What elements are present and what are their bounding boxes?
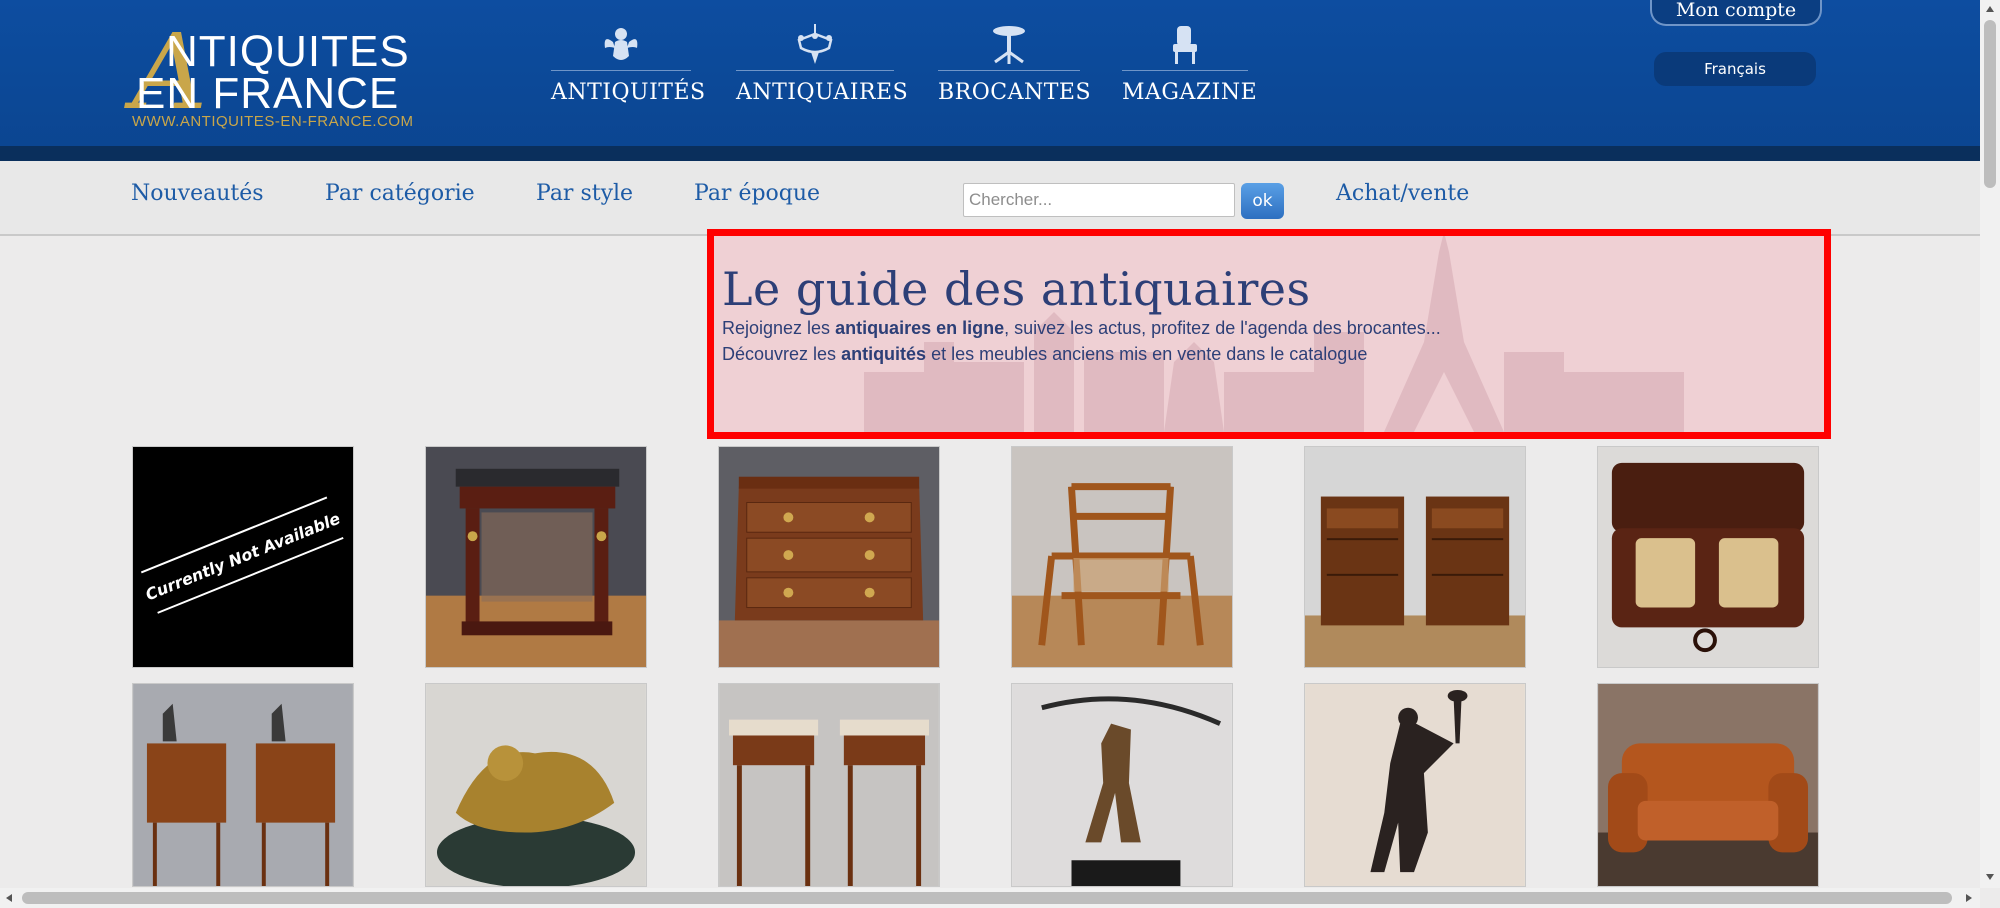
main-nav-antiquites[interactable]: ANTIQUITÉS [551,24,706,114]
product-thumb-bamboo-armchair[interactable] [1011,446,1233,668]
hero-text: Découvrez les [722,344,842,364]
bronze-cherubs-image [426,684,646,886]
archer-bronze-image [1012,684,1232,886]
search-input[interactable] [963,183,1235,217]
vertical-scroll-thumb[interactable] [1984,20,1996,188]
logo-url: WWW.ANTIQUITES-EN-FRANCE.COM [132,113,414,130]
subnav-nouveautes[interactable]: Nouveautés [131,181,264,206]
main-nav-label: ANTIQUITÉS [551,80,706,105]
nav-rule [736,70,894,71]
subnav-par-categorie[interactable]: Par catégorie [325,181,475,206]
main-nav-label: MAGAZINE [1122,80,1258,105]
pair-nightstands-image [1305,447,1525,667]
hero-line-1: Rejoignez les antiquaires en ligne, suiv… [722,318,1441,339]
scroll-up-icon[interactable] [1986,6,1994,12]
subnav-achat-vente[interactable]: Achat/vente [1336,181,1469,206]
product-thumb-leather-sofa[interactable] [1597,683,1819,887]
subnav-par-epoque[interactable]: Par époque [694,181,820,206]
pedestal-table-icon [993,26,1025,64]
nav-rule [551,70,691,71]
commode-image [719,447,939,667]
bamboo-armchair-image [1012,447,1232,667]
product-thumb-liquor-box[interactable] [1597,446,1819,668]
product-thumb-pair-marble-tables[interactable] [718,683,940,887]
hero-link-antiquites[interactable]: antiquités [841,344,926,364]
hero-banner: Le guide des antiquaires Rejoignez les a… [707,229,1831,439]
hero-text: Rejoignez les [722,318,836,338]
main-nav-label: BROCANTES [938,80,1092,105]
cherub-icon [604,28,638,60]
nav-rule [938,70,1080,71]
account-button[interactable]: Mon compte [1650,0,1822,26]
horizontal-scroll-thumb[interactable] [22,892,1952,904]
scroll-left-icon[interactable] [6,894,12,902]
logo-line-1: NTIQUITES [166,27,410,76]
vertical-scrollbar[interactable] [1980,0,2000,888]
site-logo[interactable]: A NTIQUITES EN FRANCE WWW.ANTIQUITES-EN-… [130,20,435,131]
product-thumb-pair-nightstands[interactable] [1304,446,1526,668]
language-select[interactable]: Français [1654,52,1816,86]
main-nav-antiquaires[interactable]: ANTIQUAIRES [736,24,909,114]
hero-title: Le guide des antiquaires [722,262,1311,316]
main-nav-label: ANTIQUAIRES [736,80,909,105]
armchair-icon [1173,26,1197,64]
pair-side-tables-image [133,684,353,886]
liquor-box-image [1598,447,1818,667]
product-thumb-torch-bearer-bronze[interactable] [1304,683,1526,887]
leather-sofa-image [1598,684,1818,886]
search-ok-button[interactable]: ok [1241,183,1284,219]
torch-bearer-bronze-image [1305,684,1525,886]
product-thumb-bronze-cherubs[interactable] [425,683,647,887]
product-thumb-unavailable[interactable]: Currently Not Available [132,446,354,668]
logo-line-2: EN FRANCE [136,69,400,118]
scroll-right-icon[interactable] [1966,894,1972,902]
hero-link-antiquaires[interactable]: antiquaires en ligne [835,318,1004,338]
chandelier-icon [797,24,833,64]
product-thumb-pair-side-tables[interactable] [132,683,354,887]
subnav-par-style[interactable]: Par style [536,181,633,206]
hero-text: , suivez les actus, profitez de l'agenda… [1004,318,1441,338]
unavailable-image: Currently Not Available [133,447,353,667]
scroll-down-icon[interactable] [1986,874,1994,880]
main-nav-brocantes[interactable]: BROCANTES [938,24,1092,114]
header-band [0,146,1980,161]
horizontal-scrollbar[interactable] [0,888,1980,908]
main-nav-magazine[interactable]: MAGAZINE [1122,24,1258,114]
console-table-image [426,447,646,667]
product-thumb-console-table[interactable] [425,446,647,668]
pair-marble-tables-image [719,684,939,886]
hero-text: et les meubles anciens mis en vente dans… [926,344,1368,364]
product-thumb-commode[interactable] [718,446,940,668]
nav-rule [1122,70,1248,71]
product-thumb-archer-bronze[interactable] [1011,683,1233,887]
hero-line-2: Découvrez les antiquités et les meubles … [722,344,1367,365]
